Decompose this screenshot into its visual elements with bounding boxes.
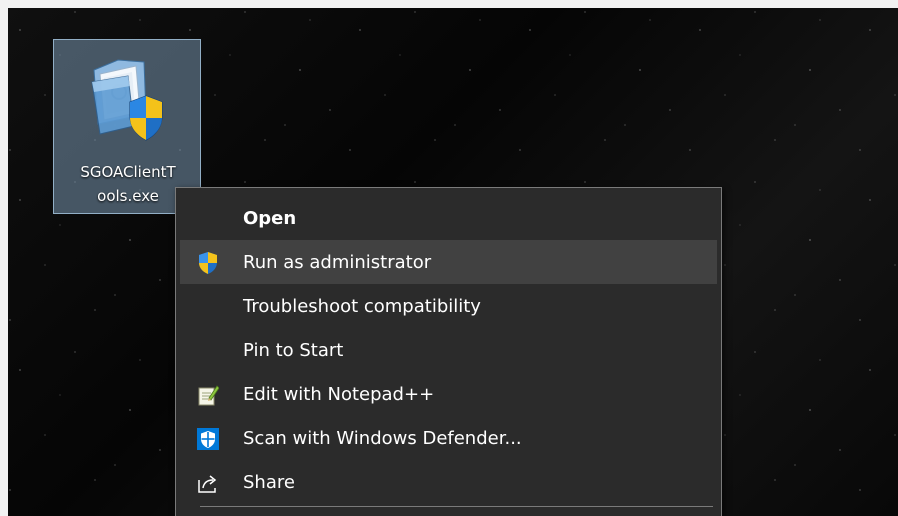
windows-defender-icon	[196, 427, 220, 451]
notepad-plus-plus-icon	[196, 383, 220, 407]
menu-item-pin-to-start[interactable]: Pin to Start	[180, 328, 717, 372]
menu-item-troubleshoot-compatibility[interactable]: Troubleshoot compatibility	[180, 284, 717, 328]
menu-item-label: Troubleshoot compatibility	[243, 295, 481, 317]
menu-item-open[interactable]: Open	[180, 196, 717, 240]
share-icon	[196, 471, 220, 495]
menu-item-share[interactable]: Share	[180, 460, 717, 504]
context-menu: Open Run as administrator Troubleshoot c…	[175, 187, 722, 516]
uac-shield-icon	[196, 251, 220, 275]
icon-label-line-1: SGOAClientT	[80, 163, 176, 181]
menu-item-scan-with-windows-defender[interactable]: Scan with Windows Defender...	[180, 416, 717, 460]
menu-separator	[200, 506, 713, 507]
menu-item-edit-with-notepad-plus-plus[interactable]: Edit with Notepad++	[180, 372, 717, 416]
menu-item-label: Scan with Windows Defender...	[243, 427, 522, 449]
menu-item-label: Share	[243, 471, 295, 493]
menu-item-label: Pin to Start	[243, 339, 344, 361]
menu-item-label: Open	[243, 207, 297, 229]
menu-item-run-as-administrator[interactable]: Run as administrator	[180, 240, 717, 284]
shield-exe-icon	[88, 52, 170, 142]
menu-item-label: Run as administrator	[243, 251, 432, 273]
menu-item-label: Edit with Notepad++	[243, 383, 435, 405]
